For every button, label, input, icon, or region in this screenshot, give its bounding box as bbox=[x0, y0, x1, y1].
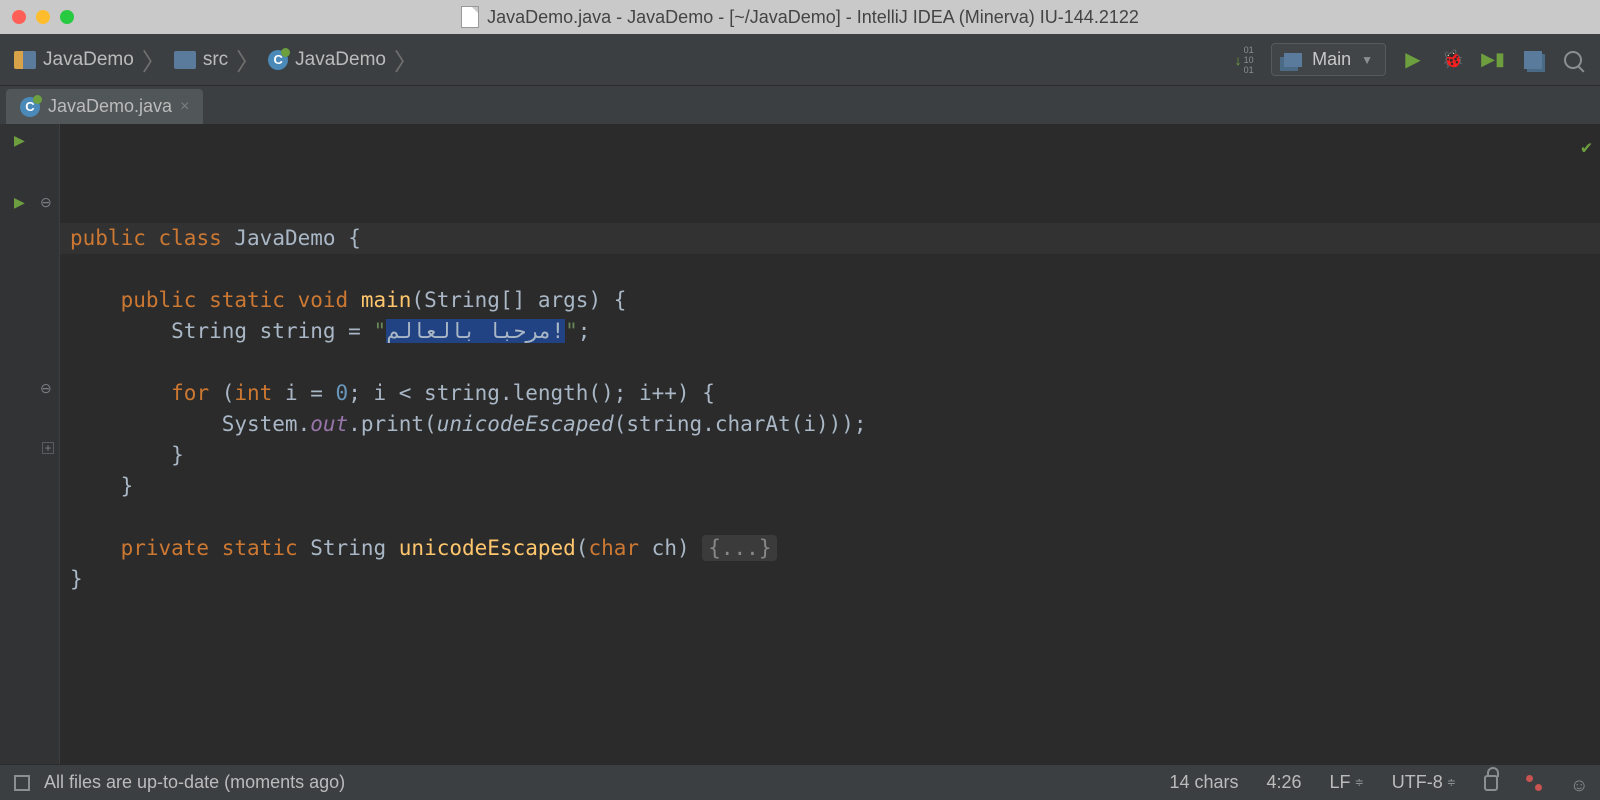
search-button[interactable] bbox=[1560, 47, 1586, 73]
breadcrumb-separator: 〉 bbox=[236, 42, 260, 77]
crumb-class[interactable]: C JavaDemo bbox=[268, 49, 386, 71]
run-config-label: Main bbox=[1312, 49, 1351, 70]
breakpoints-icon[interactable] bbox=[1526, 775, 1542, 791]
crumb-label: JavaDemo bbox=[295, 49, 386, 71]
editor-tabs: C JavaDemo.java × bbox=[0, 86, 1600, 124]
class-icon: C bbox=[20, 97, 40, 117]
tab-label: JavaDemo.java bbox=[48, 96, 172, 117]
status-bar: All files are up-to-date (moments ago) 1… bbox=[0, 764, 1600, 800]
inspection-indicator[interactable]: ✔ bbox=[1581, 132, 1592, 163]
chevron-down-icon: ▼ bbox=[1361, 53, 1373, 67]
crumb-label: src bbox=[203, 49, 228, 71]
status-message: All files are up-to-date (moments ago) bbox=[44, 772, 345, 793]
line-separator[interactable]: LF≑ bbox=[1330, 772, 1364, 793]
run-gutter-icon[interactable]: ▶ bbox=[14, 132, 25, 149]
fold-end-icon[interactable]: ⊖ bbox=[40, 380, 52, 397]
window-close-button[interactable] bbox=[12, 10, 26, 24]
crumb-project[interactable]: JavaDemo bbox=[14, 49, 134, 71]
caret-position[interactable]: 4:26 bbox=[1267, 772, 1302, 793]
run-button[interactable]: ▶ bbox=[1400, 47, 1426, 73]
run-config-selector[interactable]: Main ▼ bbox=[1271, 43, 1386, 76]
fold-start-icon[interactable]: ⊖ bbox=[40, 194, 52, 211]
navigation-bar: JavaDemo 〉 src 〉 C JavaDemo 〉 ↓ 01 10 01… bbox=[0, 34, 1600, 86]
window-title: JavaDemo.java - JavaDemo - [~/JavaDemo] … bbox=[487, 7, 1139, 28]
project-icon bbox=[14, 51, 36, 69]
editor-tab[interactable]: C JavaDemo.java × bbox=[6, 89, 203, 124]
coverage-button[interactable]: ▶▮ bbox=[1480, 47, 1506, 73]
close-tab-button[interactable]: × bbox=[180, 98, 189, 116]
file-icon bbox=[461, 6, 479, 28]
toolbar-actions: ↓ 01 10 01 Main ▼ ▶ 🐞 ▶▮ bbox=[1231, 43, 1586, 76]
tool-window-icon[interactable] bbox=[14, 775, 30, 791]
selection-length: 14 chars bbox=[1169, 772, 1238, 793]
editor-gutter[interactable]: ▶ ▶ ⊖ ⊖ + bbox=[0, 124, 60, 764]
code-area[interactable]: ✔ public class JavaDemo { public static … bbox=[60, 124, 1600, 764]
editor: ▶ ▶ ⊖ ⊖ + ✔ public class JavaDemo { publ… bbox=[0, 124, 1600, 764]
stop-button[interactable] bbox=[1520, 47, 1546, 73]
run-gutter-icon[interactable]: ▶ bbox=[14, 194, 25, 211]
memory-indicator-icon[interactable]: ☺ bbox=[1570, 775, 1586, 791]
readonly-toggle-icon[interactable] bbox=[1484, 775, 1498, 791]
crumb-src[interactable]: src bbox=[174, 49, 228, 71]
breadcrumb: JavaDemo 〉 src 〉 C JavaDemo 〉 bbox=[14, 42, 420, 77]
window-titlebar: JavaDemo.java - JavaDemo - [~/JavaDemo] … bbox=[0, 0, 1600, 34]
search-icon bbox=[1564, 51, 1582, 69]
sort-button[interactable]: ↓ 01 10 01 bbox=[1231, 47, 1257, 73]
debug-button[interactable]: 🐞 bbox=[1440, 47, 1466, 73]
crumb-label: JavaDemo bbox=[43, 49, 134, 71]
class-icon: C bbox=[268, 50, 288, 70]
window-maximize-button[interactable] bbox=[60, 10, 74, 24]
breadcrumb-separator: 〉 bbox=[142, 42, 166, 77]
file-encoding[interactable]: UTF-8≑ bbox=[1392, 772, 1456, 793]
fold-expand-icon[interactable]: + bbox=[42, 442, 54, 454]
run-config-icon bbox=[1284, 53, 1302, 67]
folder-icon bbox=[174, 51, 196, 69]
breadcrumb-separator: 〉 bbox=[394, 42, 418, 77]
window-minimize-button[interactable] bbox=[36, 10, 50, 24]
